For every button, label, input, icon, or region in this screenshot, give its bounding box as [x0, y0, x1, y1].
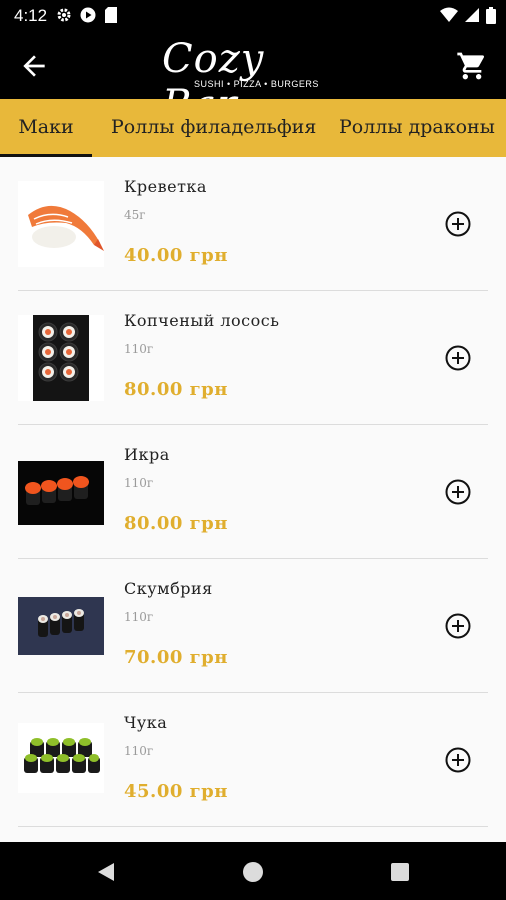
add-circle-icon[interactable]: [444, 612, 472, 640]
nav-home-icon[interactable]: [241, 860, 265, 884]
play-icon: [80, 7, 96, 23]
list-item[interactable]: Икра 110г 80.00 грн: [18, 425, 488, 559]
back-arrow-icon[interactable]: [18, 50, 50, 82]
item-weight: 45г: [124, 208, 146, 222]
item-price: 80.00 грн: [124, 379, 228, 400]
item-name: Копченый лосось: [124, 311, 280, 330]
add-circle-icon[interactable]: [444, 746, 472, 774]
tab-dragon-rolls[interactable]: Роллы драконы: [339, 99, 495, 157]
brand-tagline: SUSHI • PIZZA • BURGERS: [194, 79, 319, 89]
product-image-shrimp: [18, 181, 104, 267]
product-image-chuka: [18, 723, 104, 793]
brand-logo: Cozy Bar SUSHI • PIZZA • BURGERS: [160, 36, 350, 128]
add-circle-icon[interactable]: [444, 344, 472, 372]
item-weight: 110г: [124, 744, 154, 758]
product-image-smoked-salmon: [18, 315, 104, 401]
system-nav-bar: [0, 842, 506, 900]
item-weight: 110г: [124, 610, 154, 624]
status-time: 4:12: [14, 6, 48, 25]
item-weight: 110г: [124, 342, 154, 356]
item-price: 40.00 грн: [124, 245, 228, 266]
status-system-icons: [440, 7, 496, 24]
cart-icon[interactable]: [456, 50, 488, 82]
nav-back-icon[interactable]: [94, 860, 118, 884]
battery-icon: [486, 7, 496, 24]
add-circle-icon[interactable]: [444, 210, 472, 238]
product-image-mackerel: [18, 597, 104, 655]
item-name: Скумбрия: [124, 579, 213, 598]
product-image-caviar: [18, 461, 104, 525]
signal-icon: [465, 8, 479, 22]
item-name: Чука: [124, 713, 168, 732]
category-tabs: Маки Роллы филадельфия Роллы драконы: [0, 99, 506, 157]
list-item[interactable]: Копченый лосось 110г 80.00 грн: [18, 291, 488, 425]
list-item[interactable]: Чука 110г 45.00 грн: [18, 693, 488, 827]
product-list: Креветка 45г 40.00 грн Копченый лосось 1…: [0, 157, 506, 842]
settings-icon: [57, 8, 71, 22]
app-bar: Cozy Bar SUSHI • PIZZA • BURGERS: [0, 32, 506, 128]
item-price: 70.00 грн: [124, 647, 228, 668]
item-name: Креветка: [124, 177, 207, 196]
item-weight: 110г: [124, 476, 154, 490]
item-price: 80.00 грн: [124, 513, 228, 534]
tab-maki[interactable]: Маки: [0, 99, 92, 157]
list-item[interactable]: Скумбрия 110г 70.00 грн: [18, 559, 488, 693]
status-bar: 4:12: [0, 0, 506, 32]
item-price: 45.00 грн: [124, 781, 228, 802]
add-circle-icon[interactable]: [444, 478, 472, 506]
wifi-icon: [440, 7, 458, 22]
item-name: Икра: [124, 445, 170, 464]
list-item[interactable]: Креветка 45г 40.00 грн: [18, 157, 488, 291]
sd-card-icon: [105, 7, 117, 23]
status-notification-icons: [56, 7, 118, 23]
nav-recents-icon[interactable]: [388, 860, 412, 884]
tab-philadelphia-rolls[interactable]: Роллы филадельфия: [111, 99, 316, 157]
